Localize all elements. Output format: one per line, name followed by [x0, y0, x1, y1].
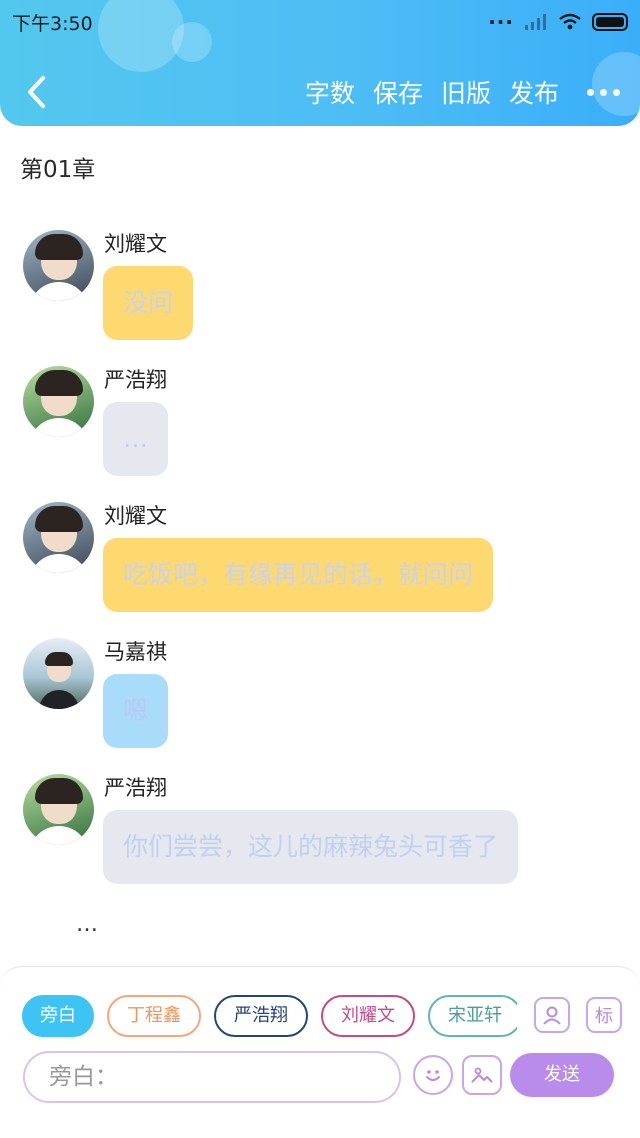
message-bubble[interactable]: 没问 [103, 266, 194, 340]
sender-name: 严浩翔 [104, 368, 167, 392]
character-chip[interactable]: 丁程鑫 [107, 995, 201, 1037]
continuation-ellipsis: … [76, 912, 99, 937]
send-button[interactable]: 发送 [510, 1053, 614, 1097]
avatar[interactable] [23, 774, 94, 845]
back-icon[interactable] [18, 70, 54, 114]
status-bar: 下午3:50 ··· [0, 0, 640, 44]
message-item[interactable]: 刘耀文 吃饭吧，有缘再见的话，就问问 [0, 500, 640, 636]
tag-icon[interactable]: 标 [586, 997, 622, 1033]
avatar[interactable] [23, 366, 94, 437]
message-item[interactable]: 马嘉祺 嗯 [0, 636, 640, 772]
battery-icon [592, 13, 628, 31]
message-bubble[interactable]: 嗯 [103, 674, 169, 748]
emoji-icon[interactable] [413, 1055, 453, 1095]
message-bubble[interactable]: 你们尝尝，这儿的麻辣兔头可香了 [103, 810, 519, 884]
avatar[interactable] [23, 230, 94, 301]
sender-name: 刘耀文 [104, 232, 167, 256]
word-count-button[interactable]: 字数 [305, 74, 355, 110]
message-item[interactable]: 刘耀文 没问 [0, 228, 640, 364]
old-version-button[interactable]: 旧版 [441, 74, 491, 110]
avatar[interactable] [23, 638, 94, 709]
message-item[interactable]: 严浩翔 … [0, 364, 640, 500]
add-character-icon[interactable] [534, 997, 570, 1033]
save-button[interactable]: 保存 [373, 74, 423, 110]
publish-button[interactable]: 发布 [509, 74, 559, 110]
status-icons: ··· [488, 10, 628, 34]
message-bubble[interactable]: 吃饭吧，有缘再见的话，就问问 [103, 538, 494, 612]
chapter-title[interactable]: 第01章 [20, 150, 95, 184]
status-time: 下午3:50 [12, 12, 93, 35]
wifi-icon [559, 13, 581, 30]
sender-name: 马嘉祺 [104, 640, 167, 664]
composer-panel: 旁白 丁程鑫 严浩翔 刘耀文 宋亚轩 标 旁白： 发送 [0, 966, 640, 1138]
character-chip[interactable]: 刘耀文 [321, 995, 415, 1037]
message-bubble[interactable]: … [103, 402, 168, 476]
character-chip[interactable]: 宋亚轩 [428, 995, 517, 1037]
message-list: 刘耀文 没问 严浩翔 … 刘耀文 吃饭吧，有缘再见的话，就问问 马嘉祺 嗯 严浩… [0, 228, 640, 908]
sender-name: 刘耀文 [104, 504, 167, 528]
avatar[interactable] [23, 502, 94, 573]
cell-signal-icon [525, 14, 546, 30]
signal-dots-icon: ··· [488, 10, 514, 34]
header-bar: 下午3:50 ··· 字数 保存 旧版 发布 [0, 0, 640, 126]
message-input[interactable]: 旁白： [23, 1051, 401, 1103]
more-icon[interactable] [587, 88, 620, 96]
message-item[interactable]: 严浩翔 你们尝尝，这儿的麻辣兔头可香了 [0, 772, 640, 908]
character-selector: 旁白 丁程鑫 严浩翔 刘耀文 宋亚轩 [22, 995, 517, 1037]
sender-name: 严浩翔 [104, 776, 167, 800]
image-icon[interactable] [462, 1055, 502, 1095]
character-chip[interactable]: 严浩翔 [214, 995, 308, 1037]
toolbar: 字数 保存 旧版 发布 [287, 70, 620, 114]
character-chip-narrator[interactable]: 旁白 [22, 995, 94, 1037]
